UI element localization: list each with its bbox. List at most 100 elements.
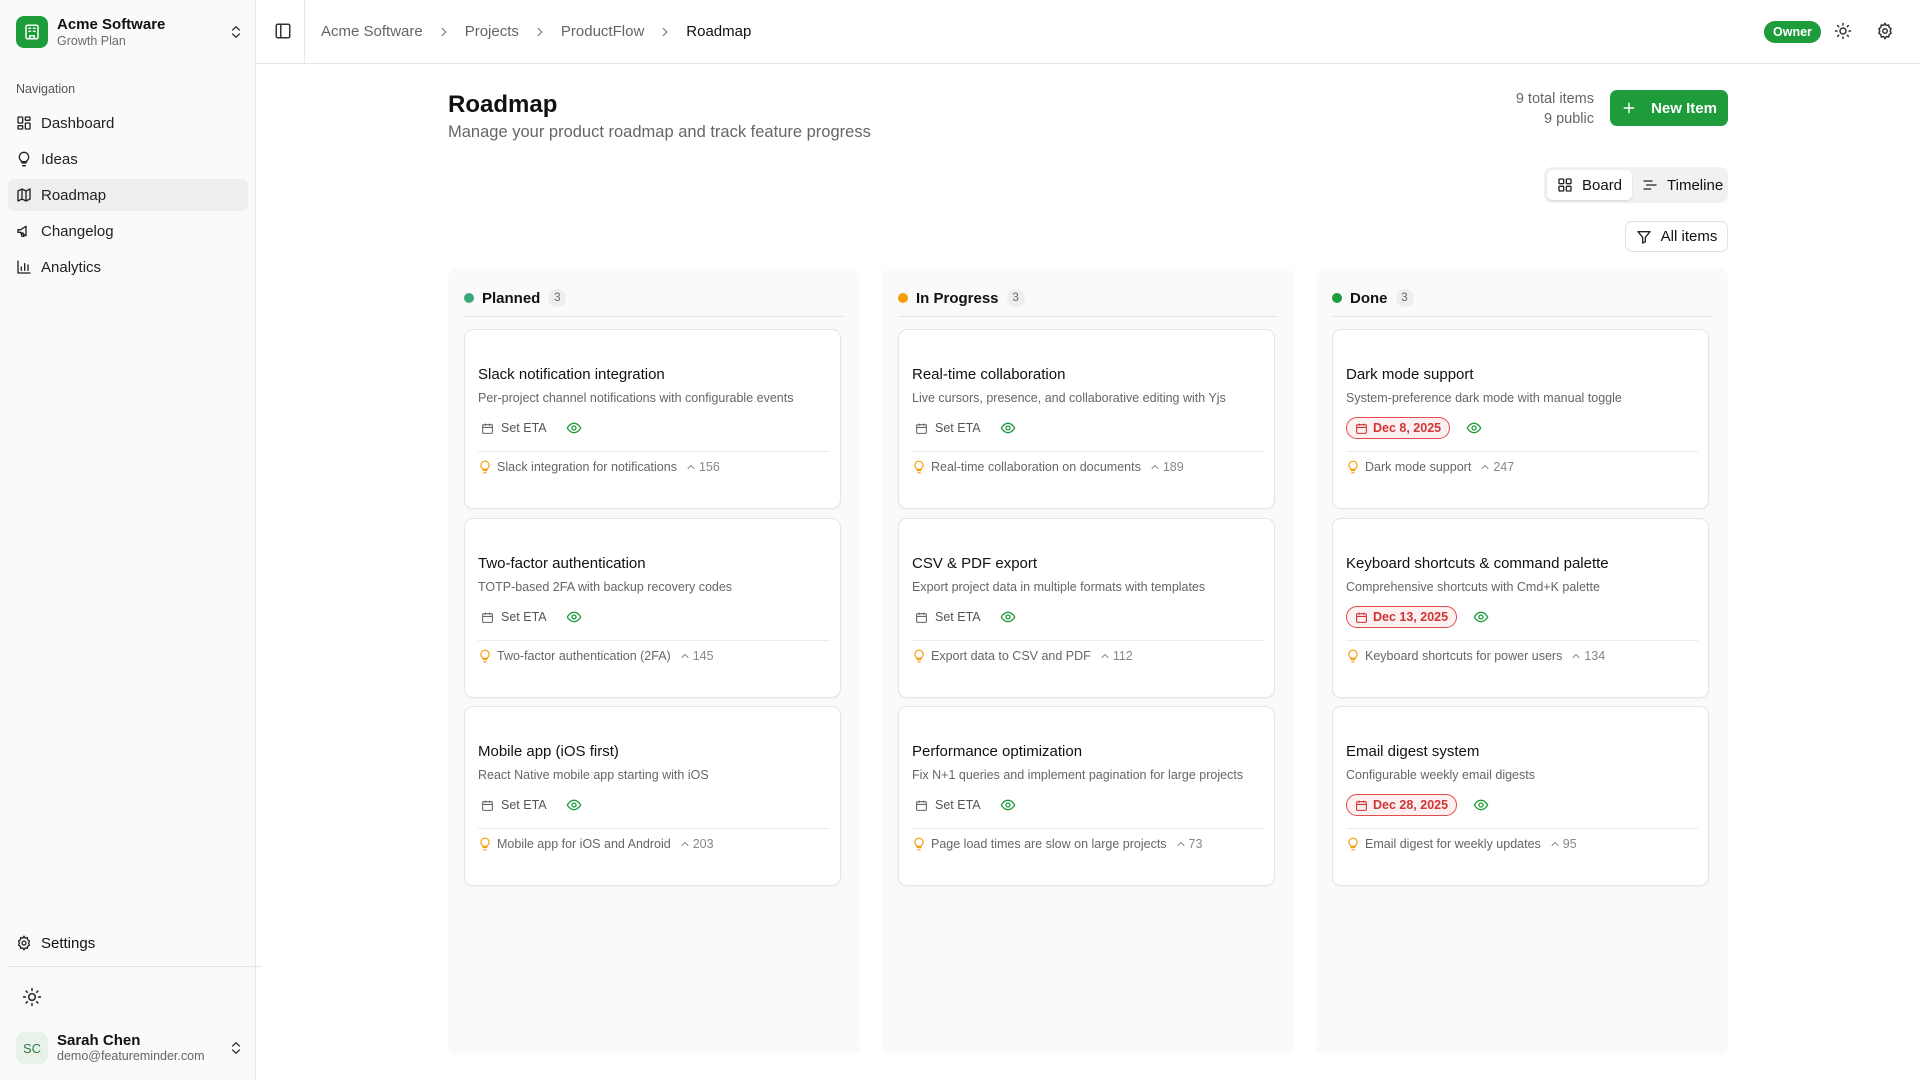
chevron-right-icon bbox=[441, 27, 447, 36]
org-name: Acme Software bbox=[57, 15, 166, 33]
sidebar: Acme Software Growth Plan Navigation Das… bbox=[0, 0, 262, 1080]
board-view-button[interactable]: Board bbox=[1547, 170, 1633, 200]
sidebar-item-label: Roadmap bbox=[41, 186, 107, 204]
calendar-icon bbox=[916, 612, 927, 623]
eye-icon[interactable] bbox=[1000, 797, 1016, 813]
roadmap-card[interactable]: Slack notification integration Per-projec… bbox=[464, 329, 841, 509]
eta-date-badge[interactable]: Dec 8, 2025 bbox=[1346, 417, 1451, 439]
card-divider bbox=[912, 640, 1264, 641]
column-header: Planned 3 bbox=[464, 285, 844, 311]
sidebar-item-settings[interactable]: Settings bbox=[8, 927, 248, 959]
eye-icon[interactable] bbox=[566, 420, 582, 436]
card-meta: Dec 28, 2025 bbox=[1346, 794, 1489, 816]
roadmap-card[interactable]: Dark mode support System-preference dark … bbox=[1332, 329, 1709, 509]
roadmap-card[interactable]: Real-time collaboration Live cursors, pre… bbox=[898, 329, 1275, 509]
card-divider bbox=[912, 451, 1264, 452]
linked-idea[interactable]: Export data to CSV and PDF 112 bbox=[912, 647, 1133, 665]
sun-icon[interactable] bbox=[1834, 22, 1852, 40]
card-description: React Native mobile app starting with iO… bbox=[478, 768, 709, 782]
card-divider bbox=[912, 828, 1264, 829]
card-divider bbox=[1346, 451, 1698, 452]
breadcrumb-item[interactable]: Acme Software bbox=[321, 23, 423, 40]
calendar-icon bbox=[916, 800, 927, 811]
linked-idea-title: Two-factor authentication (2FA) bbox=[497, 649, 671, 663]
roadmap-card[interactable]: Keyboard shortcuts & command palette Comp… bbox=[1332, 518, 1709, 698]
eye-icon[interactable] bbox=[566, 797, 582, 813]
filter-button[interactable]: All items bbox=[1625, 221, 1728, 252]
sidebar-item-ideas[interactable]: Ideas bbox=[8, 143, 248, 175]
eye-icon[interactable] bbox=[566, 609, 582, 625]
sidebar-item-changelog[interactable]: Changelog bbox=[8, 215, 248, 247]
set-eta-button[interactable]: Set ETA bbox=[478, 798, 550, 812]
card-meta: Set ETA bbox=[478, 794, 582, 816]
calendar-icon bbox=[1356, 612, 1367, 623]
linked-idea[interactable]: Keyboard shortcuts for power users 134 bbox=[1346, 647, 1605, 665]
status-dot bbox=[464, 293, 474, 303]
total-items-count: 9 total items bbox=[1515, 91, 1594, 107]
card-title: CSV & PDF export bbox=[912, 555, 1038, 572]
chevron-up-icon bbox=[687, 464, 695, 469]
eta-date-badge[interactable]: Dec 28, 2025 bbox=[1346, 794, 1458, 816]
set-eta-button[interactable]: Set ETA bbox=[478, 421, 550, 435]
plus-icon bbox=[1623, 102, 1635, 114]
eye-icon[interactable] bbox=[1000, 420, 1016, 436]
eye-icon[interactable] bbox=[1473, 609, 1489, 625]
sidebar-item-analytics[interactable]: Analytics bbox=[8, 251, 248, 283]
chevron-up-icon bbox=[1151, 464, 1159, 469]
roadmap-card[interactable]: Email digest system Configurable weekly e… bbox=[1332, 706, 1709, 886]
breadcrumb-item[interactable]: ProductFlow bbox=[561, 23, 644, 40]
set-eta-label: Set ETA bbox=[935, 421, 981, 435]
linked-idea[interactable]: Page load times are slow on large projec… bbox=[912, 835, 1202, 853]
column-title: Done bbox=[1350, 289, 1388, 307]
set-eta-label: Set ETA bbox=[935, 798, 981, 812]
chevron-up-icon bbox=[1177, 841, 1185, 846]
set-eta-label: Set ETA bbox=[501, 798, 547, 812]
vote-count: 156 bbox=[698, 460, 720, 474]
sidebar-item-dashboard[interactable]: Dashboard bbox=[8, 107, 248, 139]
roadmap-card[interactable]: CSV & PDF export Export project data in m… bbox=[898, 518, 1275, 698]
megaphone-icon bbox=[17, 225, 27, 237]
linked-idea[interactable]: Dark mode support 247 bbox=[1346, 458, 1514, 476]
sidebar-item-roadmap[interactable]: Roadmap bbox=[8, 179, 248, 211]
card-meta: Dec 13, 2025 bbox=[1346, 606, 1489, 628]
sidebar-item-label: Changelog bbox=[41, 222, 114, 240]
roadmap-card[interactable]: Performance optimization Fix N+1 queries … bbox=[898, 706, 1275, 886]
eye-icon[interactable] bbox=[1466, 420, 1482, 436]
linked-idea[interactable]: Two-factor authentication (2FA) 145 bbox=[478, 647, 714, 665]
set-eta-button[interactable]: Set ETA bbox=[912, 610, 984, 624]
sun-icon[interactable] bbox=[22, 987, 42, 1007]
eye-icon[interactable] bbox=[1000, 609, 1016, 625]
card-divider bbox=[478, 640, 830, 641]
eye-icon[interactable] bbox=[1473, 797, 1489, 813]
gear-icon[interactable] bbox=[1876, 22, 1894, 40]
linked-idea[interactable]: Real-time collaboration on documents 189 bbox=[912, 458, 1184, 476]
new-item-button[interactable]: New Item bbox=[1610, 90, 1728, 126]
set-eta-button[interactable]: Set ETA bbox=[912, 421, 984, 435]
linked-idea[interactable]: Slack integration for notifications 156 bbox=[478, 458, 720, 476]
column-count-badge: 3 bbox=[548, 289, 567, 307]
chevron-up-icon bbox=[1572, 653, 1580, 658]
eta-date-badge[interactable]: Dec 13, 2025 bbox=[1346, 606, 1458, 628]
timeline-view-button[interactable]: Timeline bbox=[1632, 170, 1733, 200]
set-eta-button[interactable]: Set ETA bbox=[912, 798, 984, 812]
user-menu[interactable]: SC Sarah Chen demo@featureminder.com bbox=[16, 1031, 244, 1065]
column-planned: Planned 3 Slack notification integration Pe… bbox=[448, 268, 860, 1055]
linked-idea[interactable]: Mobile app for iOS and Android 203 bbox=[478, 835, 714, 853]
status-dot bbox=[1332, 293, 1342, 303]
column-count-badge: 3 bbox=[1395, 289, 1414, 307]
linked-idea[interactable]: Email digest for weekly updates 95 bbox=[1346, 835, 1577, 853]
breadcrumb-item[interactable]: Projects bbox=[465, 23, 519, 40]
roadmap-card[interactable]: Two-factor authentication TOTP-based 2FA … bbox=[464, 518, 841, 698]
nav-section-label: Navigation bbox=[16, 82, 76, 96]
sidebar-toggle-icon[interactable] bbox=[274, 22, 292, 40]
dashboard-icon bbox=[17, 116, 31, 130]
chevrons-up-down-icon bbox=[232, 26, 240, 38]
org-switcher[interactable]: Acme Software Growth Plan bbox=[16, 15, 244, 49]
avatar: SC bbox=[16, 1032, 48, 1064]
topbar: Acme Software Projects ProductFlow Roadm… bbox=[256, 0, 1920, 64]
card-description: Comprehensive shortcuts with Cmd+K palet… bbox=[1346, 580, 1600, 594]
set-eta-button[interactable]: Set ETA bbox=[478, 610, 550, 624]
card-divider bbox=[1346, 640, 1698, 641]
roadmap-card[interactable]: Mobile app (iOS first) React Native mobil… bbox=[464, 706, 841, 886]
timeline-view-label: Timeline bbox=[1667, 176, 1724, 194]
